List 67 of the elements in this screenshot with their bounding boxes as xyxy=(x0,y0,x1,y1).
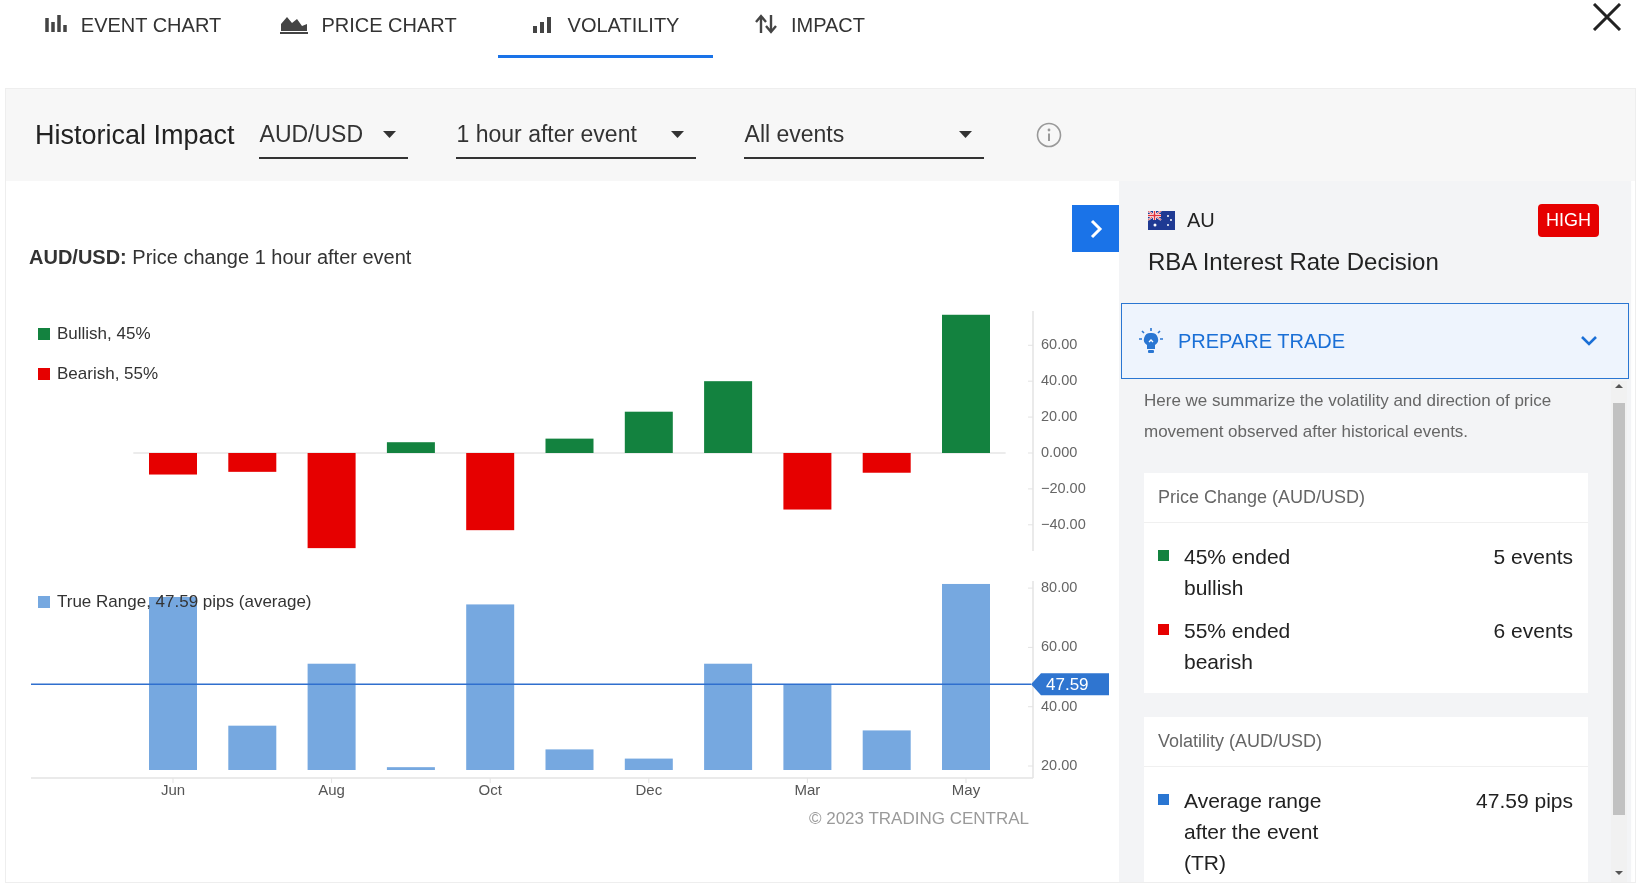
axis-label: 40.00 xyxy=(1041,372,1078,388)
dropdown[interactable]: 1 hour after event xyxy=(455,111,696,159)
bar xyxy=(783,453,832,510)
dropdown[interactable]: AUD/USD xyxy=(258,111,408,159)
bar xyxy=(862,730,911,770)
tab[interactable]: PRICE CHART xyxy=(260,0,476,58)
axis-label: May xyxy=(951,781,981,798)
summary-value: 47.59 pips xyxy=(1476,788,1573,814)
bar xyxy=(228,725,277,770)
axis-label: 80.00 xyxy=(1041,578,1078,595)
bar xyxy=(149,453,197,475)
bar xyxy=(545,749,594,770)
caret-icon xyxy=(382,130,396,138)
card-title: Price Change (AUD/USD) xyxy=(1158,486,1366,509)
bar xyxy=(545,438,594,453)
summary-label: 55% ended bearish xyxy=(1184,618,1292,675)
up-down-arrows-icon xyxy=(754,14,779,35)
average-value-label: 47.59 xyxy=(1046,674,1089,694)
scrollbar[interactable] xyxy=(1611,381,1627,882)
scroll-down-arrow-icon[interactable] xyxy=(1614,868,1624,878)
tab[interactable]: VOLATILITY xyxy=(498,0,713,58)
summary-label: 45% ended bullish xyxy=(1184,544,1292,601)
legend-label: Bearish, 55% xyxy=(57,363,159,386)
axis-label: Dec xyxy=(635,781,663,798)
caret-icon xyxy=(670,130,684,138)
collapse-panel-button[interactable] xyxy=(1072,205,1119,252)
bar xyxy=(704,381,753,453)
axis-label: Jun xyxy=(160,781,186,798)
lightbulb-icon xyxy=(1138,327,1164,355)
axis-label: 60.00 xyxy=(1041,336,1078,353)
summary-value: 6 events xyxy=(1493,618,1573,644)
bar xyxy=(386,442,435,453)
caret-icon xyxy=(958,130,972,138)
axis-label: 60.00 xyxy=(1041,638,1078,655)
legend-label: Bullish, 45% xyxy=(57,323,151,346)
tab[interactable]: EVENT CHART xyxy=(28,0,238,58)
australia-flag-icon xyxy=(1148,210,1175,230)
panel-title: Historical Impact xyxy=(35,118,235,152)
info-icon[interactable] xyxy=(1035,122,1062,148)
card-title: Volatility (AUD/USD) xyxy=(1158,730,1323,753)
axis-label: Aug xyxy=(318,781,345,798)
country-code: AU xyxy=(1187,208,1215,233)
event-title: RBA Interest Rate Decision xyxy=(1148,247,1439,277)
description-text: Here we summarize the volatility and direction of price movement observed after historical events. xyxy=(1144,390,1553,443)
bar-chart-icon xyxy=(44,14,69,35)
axis-label: 20.00 xyxy=(1041,407,1078,424)
scroll-up-arrow-icon[interactable] xyxy=(1614,381,1624,391)
axis-label: Oct xyxy=(478,781,502,798)
bar xyxy=(624,411,673,453)
axis-label: Mar xyxy=(794,781,821,798)
impact-badge: HIGH xyxy=(1538,203,1599,237)
summary-label: Average range after the event (TR) xyxy=(1184,788,1323,876)
axis-label: −40.00 xyxy=(1041,515,1086,532)
bar xyxy=(862,453,911,473)
chart-title: AUD/USD: Price change 1 hour after event xyxy=(29,245,412,270)
axis-label: 20.00 xyxy=(1041,756,1078,773)
summary-value: 5 events xyxy=(1493,544,1573,570)
bar xyxy=(624,758,673,770)
bar xyxy=(386,767,435,770)
dropdown[interactable]: All events xyxy=(743,111,984,159)
axis-label: −20.00 xyxy=(1041,479,1086,496)
axis-label: 40.00 xyxy=(1041,697,1078,714)
axis-label: 0.000 xyxy=(1041,443,1078,460)
copyright-text: © 2023 TRADING CENTRAL xyxy=(808,808,1029,830)
tab[interactable]: IMPACT xyxy=(735,0,885,58)
chevron-right-icon xyxy=(1088,218,1103,239)
prepare-trade-header[interactable]: PREPARE TRADE xyxy=(1121,303,1629,379)
